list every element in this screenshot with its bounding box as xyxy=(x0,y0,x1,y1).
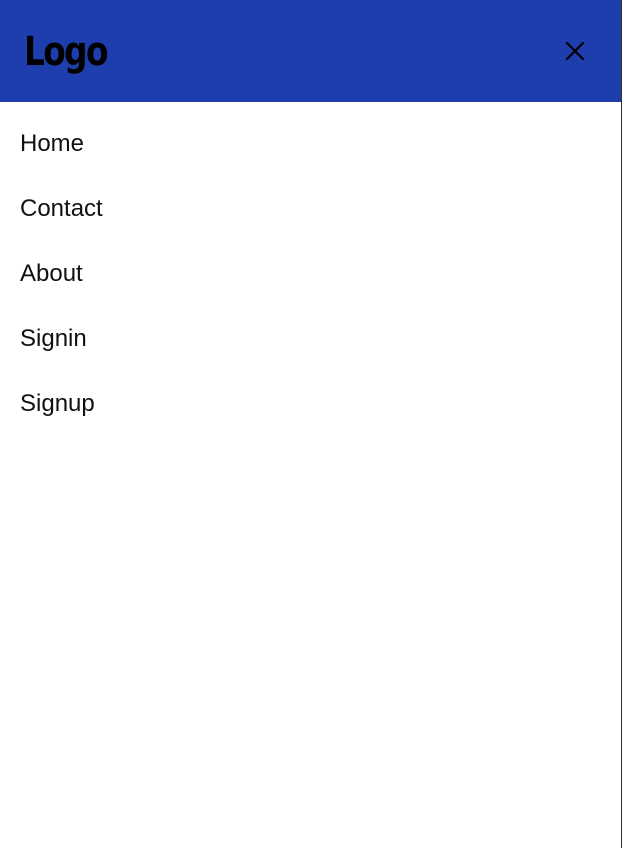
close-icon xyxy=(565,41,585,61)
close-button[interactable] xyxy=(563,39,587,63)
nav-item-contact[interactable]: Contact xyxy=(0,176,621,241)
nav-item-about[interactable]: About xyxy=(0,241,621,306)
nav-menu: Home Contact About Signin Signup xyxy=(0,102,621,436)
nav-item-home[interactable]: Home xyxy=(0,111,621,176)
nav-item-signup[interactable]: Signup xyxy=(0,371,621,436)
navigation-drawer: Logo Home Contact About Signin Signup xyxy=(0,0,622,848)
nav-item-signin[interactable]: Signin xyxy=(0,306,621,371)
logo[interactable]: Logo xyxy=(24,29,109,75)
drawer-header: Logo xyxy=(0,0,621,102)
